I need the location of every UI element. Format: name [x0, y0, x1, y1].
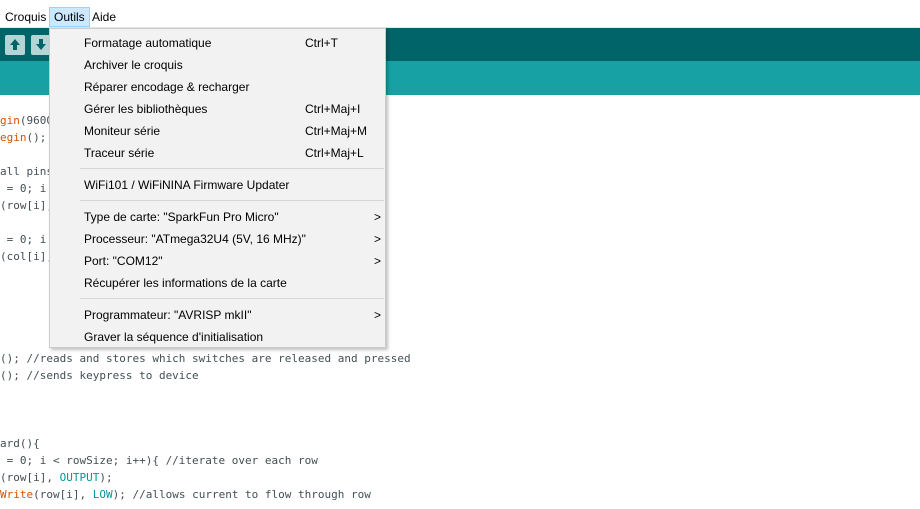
menu-item-processeur[interactable]: Processeur: "ATmega32U4 (5V, 16 MHz)" > [51, 228, 384, 250]
menu-item-label: Formatage automatique [84, 36, 212, 50]
download-arrow-icon [36, 39, 46, 50]
submenu-arrow-icon: > [374, 308, 382, 322]
menu-item-label: Moniteur série [84, 124, 161, 138]
code-line: all pins [0, 165, 53, 178]
menu-item-label: Gérer les bibliothèques [84, 102, 208, 116]
submenu-arrow-icon: > [374, 210, 382, 224]
menu-item-shortcut: Ctrl+T [305, 36, 338, 50]
menu-item-reparer-encodage[interactable]: Réparer encodage & recharger [51, 76, 384, 98]
code-line: (col[i], [0, 250, 53, 263]
menu-croquis[interactable]: Croquis [1, 7, 50, 27]
code-line: (row[i], [0, 199, 53, 212]
menu-separator [80, 200, 384, 201]
menu-item-gerer-bibliotheques[interactable]: Gérer les bibliothèques Ctrl+Maj+I [51, 98, 384, 120]
menu-aide[interactable]: Aide [88, 7, 120, 27]
menu-item-label: Archiver le croquis [84, 58, 183, 72]
code-line: ard(){ [0, 437, 40, 450]
upload-button[interactable] [5, 35, 25, 55]
code-line: (); //reads and stores which switches ar… [0, 352, 411, 365]
menu-item-shortcut: Ctrl+Maj+I [305, 102, 361, 116]
menu-item-label: Type de carte: "SparkFun Pro Micro" [84, 210, 279, 224]
menu-item-firmware-updater[interactable]: WiFi101 / WiFiNINA Firmware Updater [51, 174, 384, 196]
download-button[interactable] [31, 35, 51, 55]
menu-bar: Croquis Outils Aide [0, 0, 920, 28]
submenu-arrow-icon: > [374, 254, 382, 268]
code-line: = 0; i < rowSize; i++){ //iterate over e… [0, 454, 318, 467]
menu-item-formatage-automatique[interactable]: Formatage automatique Ctrl+T [51, 32, 384, 54]
upload-arrow-icon [10, 39, 20, 50]
menu-item-moniteur-serie[interactable]: Moniteur série Ctrl+Maj+M [51, 120, 384, 142]
menu-item-label: Programmateur: "AVRISP mkII" [84, 308, 252, 322]
menu-item-label: Traceur série [84, 146, 155, 160]
menu-item-port[interactable]: Port: "COM12" > [51, 250, 384, 272]
menu-item-type-de-carte[interactable]: Type de carte: "SparkFun Pro Micro" > [51, 206, 384, 228]
menu-item-graver-sequence[interactable]: Graver la séquence d'initialisation [51, 326, 384, 348]
menu-item-label: WiFi101 / WiFiNINA Firmware Updater [84, 178, 290, 192]
menu-separator [80, 298, 384, 299]
menu-item-shortcut: Ctrl+Maj+M [305, 124, 368, 138]
outils-dropdown-menu: Formatage automatique Ctrl+T Archiver le… [49, 28, 386, 348]
menu-item-label: Processeur: "ATmega32U4 (5V, 16 MHz)" [84, 232, 306, 246]
menu-outils[interactable]: Outils [49, 7, 90, 27]
code-line: gin(9600 [0, 114, 53, 127]
menu-item-archiver-croquis[interactable]: Archiver le croquis [51, 54, 384, 76]
submenu-arrow-icon: > [374, 232, 382, 246]
code-line: egin(); [0, 131, 47, 144]
menu-item-shortcut: Ctrl+Maj+L [305, 146, 364, 160]
menu-item-traceur-serie[interactable]: Traceur série Ctrl+Maj+L [51, 142, 384, 164]
code-line: (); //sends keypress to device [0, 369, 199, 382]
code-line: Write(row[i], LOW); //allows current to … [0, 488, 371, 501]
code-line: (row[i], OUTPUT); [0, 471, 113, 484]
menu-item-label: Port: "COM12" [84, 254, 163, 268]
menu-item-label: Graver la séquence d'initialisation [84, 330, 264, 344]
menu-separator [80, 168, 384, 169]
menu-item-label: Réparer encodage & recharger [84, 80, 250, 94]
code-line: = 0; i [0, 182, 47, 195]
menu-item-recuperer-informations[interactable]: Récupérer les informations de la carte [51, 272, 384, 294]
code-line: = 0; i [0, 233, 47, 246]
menu-item-programmateur[interactable]: Programmateur: "AVRISP mkII" > [51, 304, 384, 326]
menu-item-label: Récupérer les informations de la carte [84, 276, 287, 290]
